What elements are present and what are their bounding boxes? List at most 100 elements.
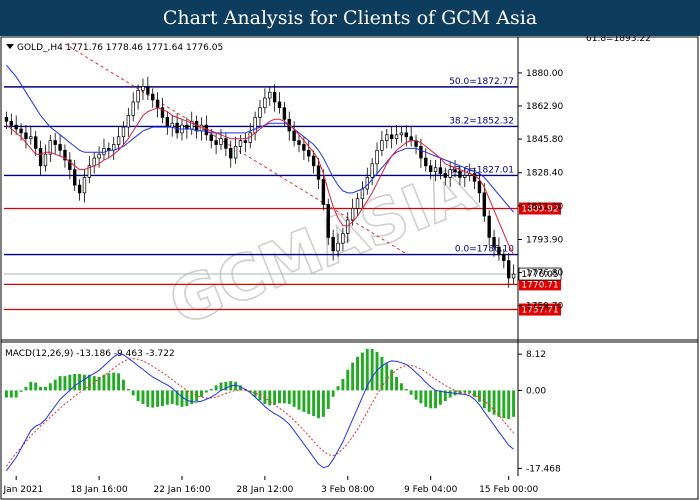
candle-body xyxy=(116,136,121,145)
candle-body xyxy=(155,99,160,109)
candle-body xyxy=(151,93,155,101)
candle-body xyxy=(404,132,408,138)
candle-body xyxy=(214,140,218,145)
price-tick-label: 1845.80 xyxy=(526,135,563,145)
candle-body xyxy=(102,148,106,155)
candle-body xyxy=(82,177,87,194)
macd-tick-label: 0.00 xyxy=(526,386,546,396)
candle-body xyxy=(316,165,321,180)
candle-body xyxy=(170,122,174,128)
candle-body xyxy=(165,117,170,128)
candle-body xyxy=(224,138,228,149)
candle-body xyxy=(258,107,262,118)
candle-body xyxy=(336,242,340,252)
candle-body xyxy=(146,86,150,95)
candle-body xyxy=(92,157,96,167)
fibonacci-label: 50.0=1872.77 xyxy=(449,77,514,87)
candle-body xyxy=(428,165,433,172)
candle-body xyxy=(409,136,413,141)
candle-body xyxy=(282,107,287,120)
candle-body xyxy=(238,140,243,147)
candle-body xyxy=(77,184,82,194)
candle-body xyxy=(375,149,379,165)
candle-body xyxy=(243,140,248,143)
candle-body xyxy=(97,153,101,159)
symbol-ohlc-header: GOLD_,H4 1771.76 1778.46 1771.64 1776.05 xyxy=(17,43,223,53)
time-tick-label: 18 Jan 16:00 xyxy=(71,485,128,495)
macd-tick-label: -17.468 xyxy=(526,464,561,474)
candle-body xyxy=(389,134,394,140)
candle-body xyxy=(29,136,33,140)
candle-body xyxy=(458,171,462,178)
level-price-label: 1770.71 xyxy=(521,280,558,290)
candle-body xyxy=(497,246,501,256)
candle-body xyxy=(453,169,457,172)
candle-body xyxy=(38,148,43,167)
candle-body xyxy=(463,175,467,178)
candle-body xyxy=(311,155,316,167)
macd-tick-label: 8.12 xyxy=(526,350,546,360)
candle-body xyxy=(443,173,447,178)
candle-body xyxy=(121,126,126,138)
candle-body xyxy=(394,134,399,140)
fibonacci-label: 0.0=1786.10 xyxy=(455,245,514,255)
candle-body xyxy=(73,169,77,186)
candle-body xyxy=(253,117,257,134)
price-tick-label: 1759.70 xyxy=(526,302,563,312)
candle-body xyxy=(126,115,131,128)
candle-body xyxy=(199,124,204,132)
price-tick-label: 1880.00 xyxy=(526,69,563,79)
candle-body xyxy=(34,136,38,149)
fibonacci-top-partial-label: 61.8=1893.22 xyxy=(586,36,651,44)
candle-body xyxy=(141,86,145,91)
price-tick-label: 1793.90 xyxy=(526,236,563,246)
time-tick-label: 9 Feb 04:00 xyxy=(404,485,458,495)
candle-body xyxy=(419,146,423,159)
candle-body xyxy=(4,117,9,122)
price-tick-label: 1862.90 xyxy=(526,102,563,112)
candle-body xyxy=(385,134,389,141)
candle-body xyxy=(175,122,179,134)
candle-body xyxy=(487,215,491,238)
candle-body xyxy=(297,140,301,145)
candle-body xyxy=(511,273,516,279)
candle-body xyxy=(185,124,189,130)
candle-body xyxy=(229,148,233,159)
candle-body xyxy=(209,134,213,141)
candle-body xyxy=(350,208,355,221)
candle-body xyxy=(19,128,23,134)
candle-body xyxy=(272,91,277,103)
price-tick-label: 1811.30 xyxy=(526,202,563,212)
macd-label: MACD(12,26,9) -13.186 -9.463 -3.722 xyxy=(5,349,175,359)
symbol-header: GOLD_,H4 1771.76 1778.46 1771.64 1776.05 xyxy=(6,43,223,53)
chart-banner-title: Chart Analysis for Clients of GCM Asia xyxy=(0,0,700,36)
candle-body xyxy=(136,89,140,103)
candle-body xyxy=(53,140,57,145)
time-tick-label: 28 Jan 12:00 xyxy=(236,485,293,495)
candle-body xyxy=(131,101,135,116)
candle-body xyxy=(204,124,209,136)
candle-body xyxy=(355,198,360,209)
candle-body xyxy=(360,188,365,200)
candle-body xyxy=(219,138,223,145)
candle-body xyxy=(448,169,452,178)
candle-body xyxy=(331,237,335,252)
candle-body xyxy=(43,153,48,167)
time-tick-label: 15 Feb 00:00 xyxy=(479,485,538,495)
candle-body xyxy=(433,167,438,172)
candle-body xyxy=(365,177,369,190)
candle-body xyxy=(321,178,326,205)
time-tick-label: 22 Jan 16:00 xyxy=(153,485,210,495)
candle-body xyxy=(370,163,374,178)
candle-body xyxy=(277,101,282,109)
candle-body xyxy=(268,91,272,99)
candle-body xyxy=(9,120,14,126)
candle-body xyxy=(438,167,443,174)
candle-body xyxy=(482,192,486,217)
candle-body xyxy=(326,204,330,238)
candle-body xyxy=(380,140,384,151)
candle-body xyxy=(233,146,238,159)
candle-body xyxy=(263,97,267,109)
candle-body xyxy=(58,144,62,151)
candle-body xyxy=(302,144,306,151)
